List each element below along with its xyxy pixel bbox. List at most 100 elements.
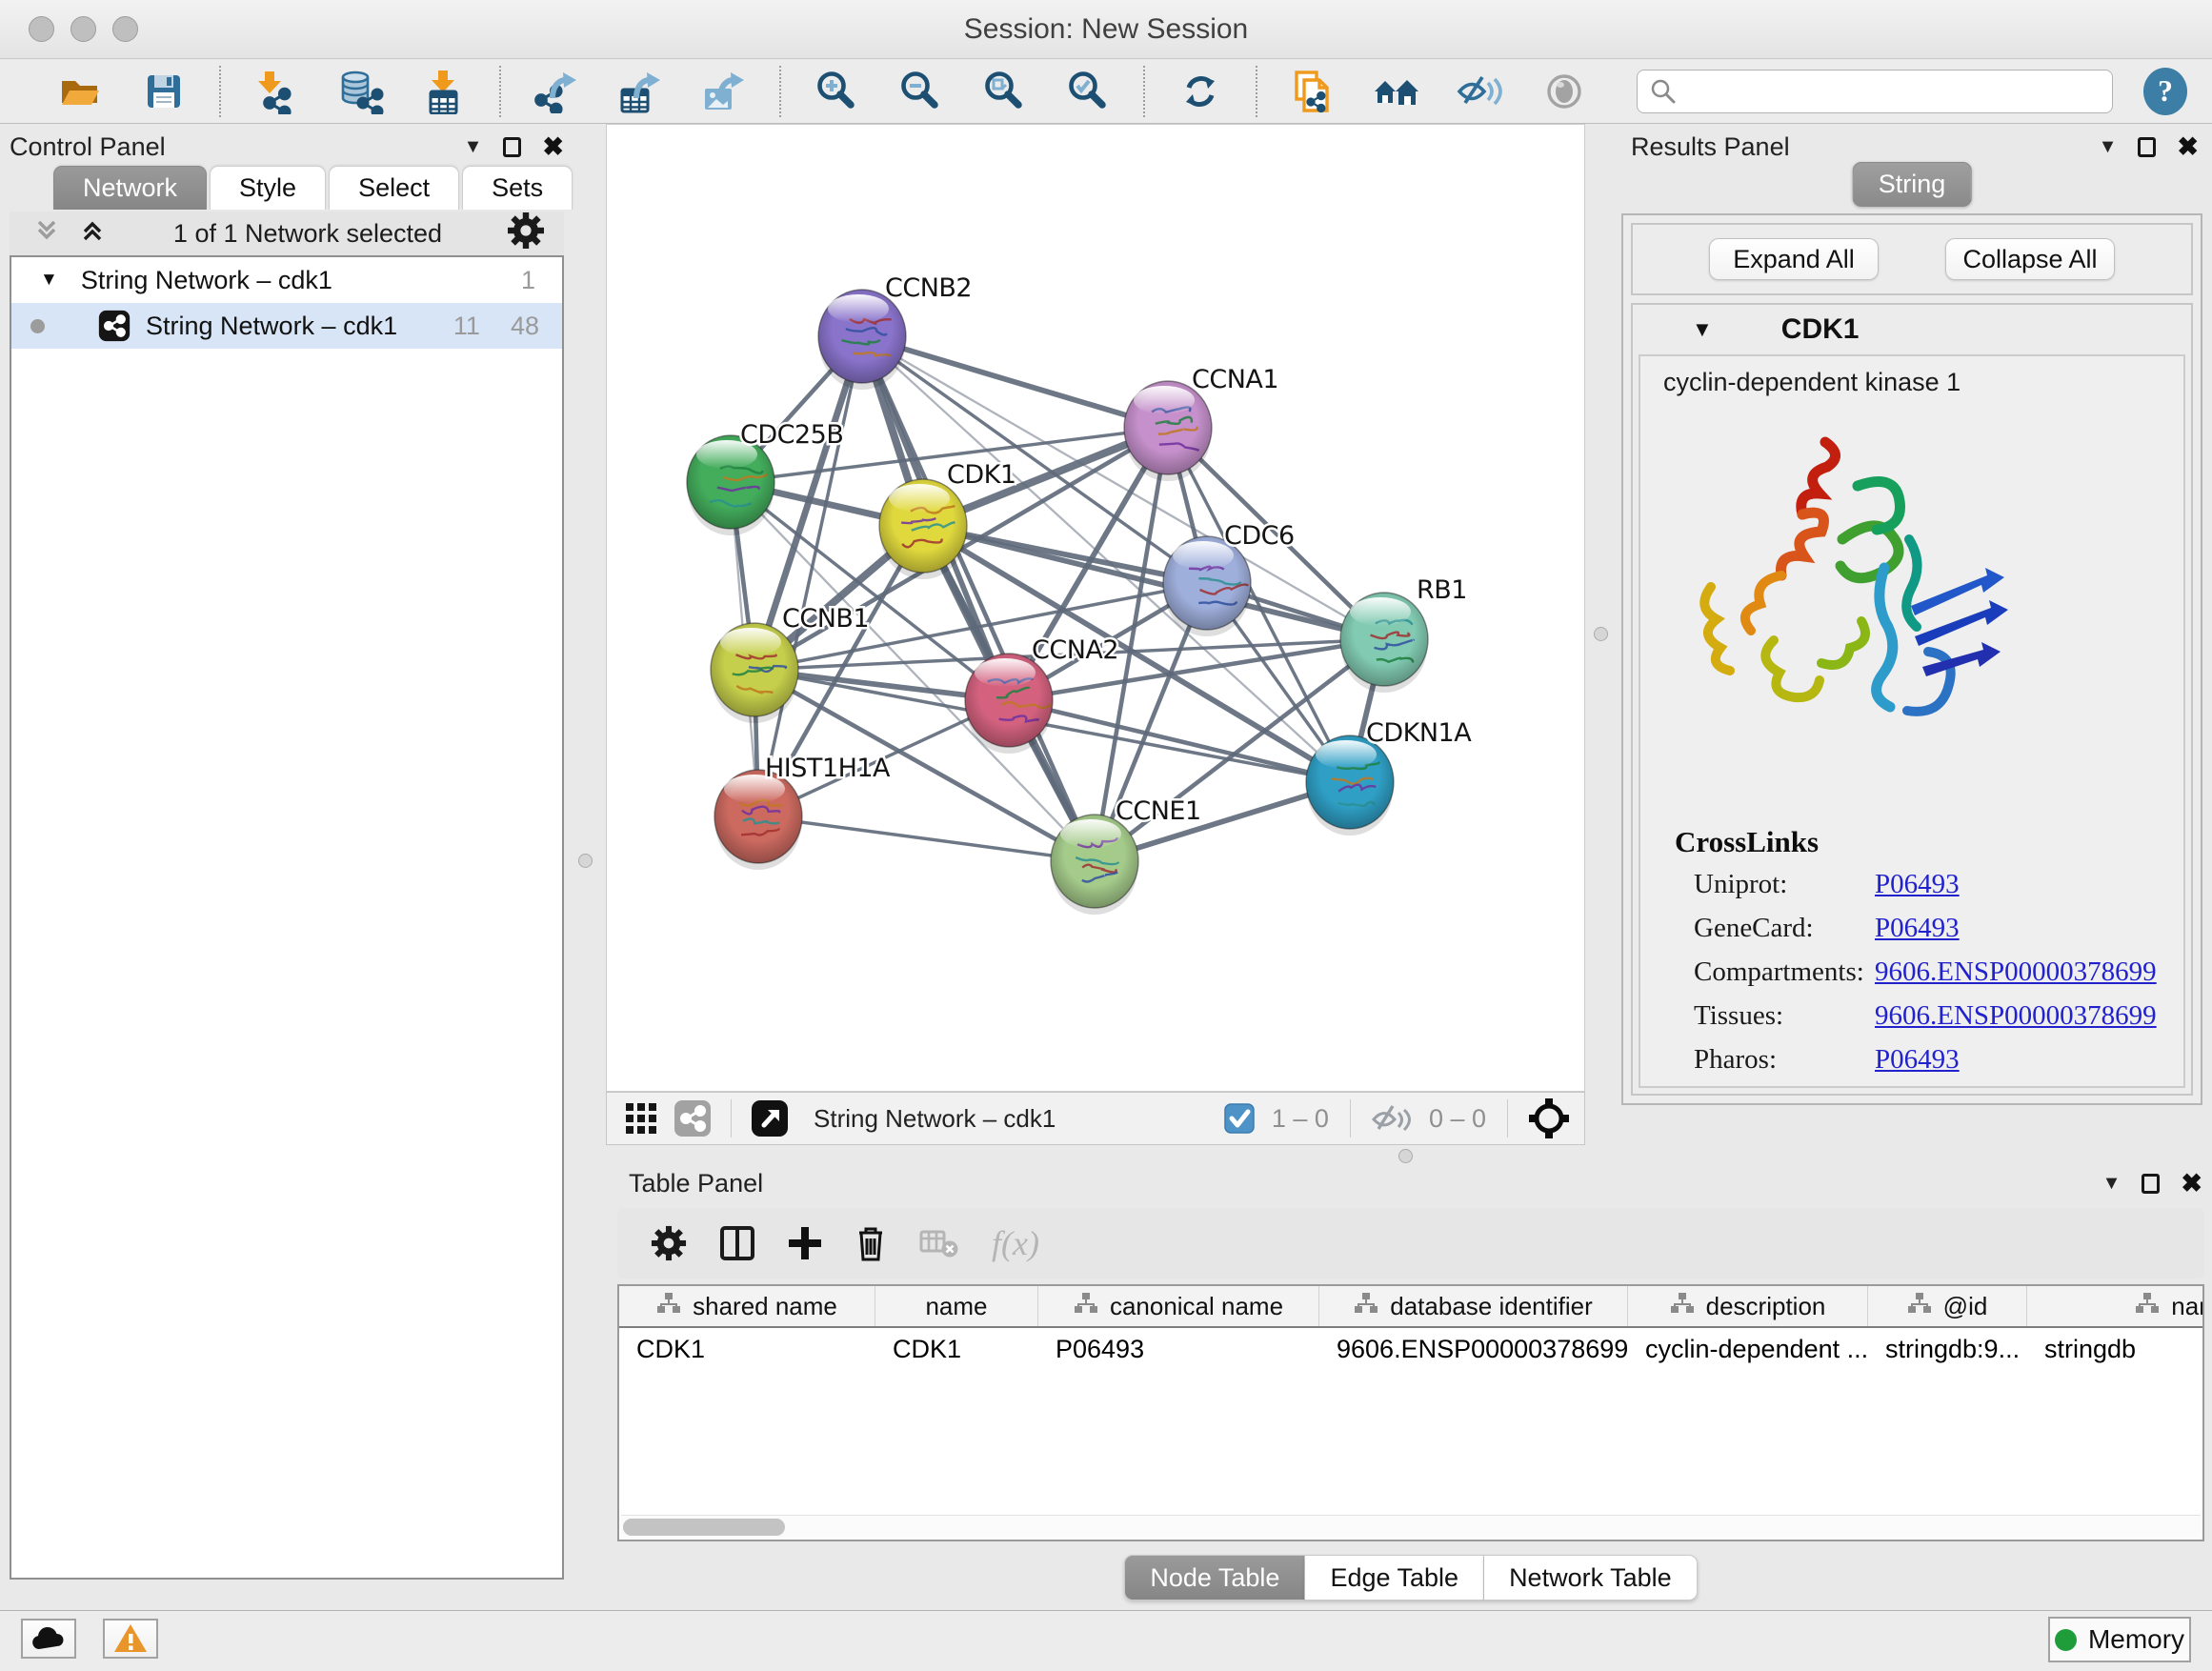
network-selector-row: 1 of 1 Network selected bbox=[10, 211, 564, 255]
table-cell[interactable]: stringdb bbox=[2027, 1328, 2204, 1370]
add-icon[interactable] bbox=[788, 1224, 822, 1262]
float-panel-icon[interactable] bbox=[503, 137, 521, 157]
zoom-out-icon[interactable] bbox=[895, 67, 945, 116]
svg-text:CCNB1: CCNB1 bbox=[782, 604, 869, 634]
collapse-all-button[interactable]: Collapse All bbox=[1945, 238, 2115, 280]
network-tree-row[interactable]: String Network – cdk1 11 48 bbox=[11, 303, 562, 349]
column-header-description[interactable]: description bbox=[1628, 1286, 1868, 1326]
table-cell[interactable]: CDK1 bbox=[875, 1328, 1038, 1370]
gear-icon[interactable] bbox=[507, 211, 545, 256]
float-panel-icon[interactable] bbox=[2138, 137, 2156, 157]
expand-all-icon[interactable] bbox=[76, 214, 109, 253]
gear-icon[interactable] bbox=[651, 1225, 687, 1261]
columns-icon[interactable] bbox=[719, 1224, 755, 1262]
table-cell[interactable]: 9606.ENSP00000378699 bbox=[1319, 1328, 1628, 1370]
tab-sets[interactable]: Sets bbox=[462, 166, 573, 210]
refresh-icon[interactable] bbox=[1176, 67, 1225, 116]
export-network-icon[interactable] bbox=[532, 67, 581, 116]
table-row[interactable]: CDK1CDK1P064939606.ENSP00000378699cyclin… bbox=[619, 1328, 2202, 1370]
table-cell[interactable]: stringdb:9... bbox=[1868, 1328, 2027, 1370]
tab-node-table[interactable]: Node Table bbox=[1124, 1555, 1305, 1601]
tab-string[interactable]: String bbox=[1853, 162, 1972, 207]
gene-section-header[interactable]: ▼ CDK1 bbox=[1633, 305, 2191, 354]
save-session-icon[interactable] bbox=[139, 67, 189, 116]
panel-menu-icon[interactable]: ▼ bbox=[464, 136, 483, 158]
column-header-name[interactable]: name bbox=[875, 1286, 1038, 1326]
close-panel-icon[interactable]: ✖ bbox=[2177, 132, 2199, 162]
edge-count: 48 bbox=[511, 312, 539, 341]
collapse-section-icon[interactable]: ▼ bbox=[1692, 317, 1713, 342]
expand-all-button[interactable]: Expand All bbox=[1709, 238, 1879, 280]
warning-icon[interactable] bbox=[103, 1619, 158, 1659]
tab-select[interactable]: Select bbox=[329, 166, 459, 210]
collapse-node-icon[interactable]: ▼ bbox=[40, 270, 58, 291]
right-splitter-handle[interactable] bbox=[1594, 627, 1608, 641]
column-header--id[interactable]: @id bbox=[1868, 1286, 2027, 1326]
table-cell[interactable]: cyclin-dependent ... bbox=[1628, 1328, 1868, 1370]
export-table-icon[interactable] bbox=[615, 67, 665, 116]
svg-text:CCNE1: CCNE1 bbox=[1116, 796, 1201, 826]
column-header-shared-name[interactable]: shared name bbox=[619, 1286, 875, 1326]
svg-text:CDK1: CDK1 bbox=[947, 460, 1016, 490]
memory-button[interactable]: Memory bbox=[2048, 1617, 2191, 1662]
grid-icon[interactable] bbox=[624, 1101, 658, 1136]
control-panel-tabs: NetworkStyleSelectSets bbox=[53, 166, 575, 210]
crosslinks-title: CrossLinks bbox=[1675, 825, 1819, 859]
panel-menu-icon[interactable]: ▼ bbox=[2099, 136, 2118, 158]
import-network-icon[interactable] bbox=[251, 67, 301, 116]
neighbors-icon[interactable] bbox=[1372, 67, 1421, 116]
scrollbar-thumb[interactable] bbox=[623, 1519, 785, 1536]
search-input[interactable] bbox=[1637, 70, 2113, 113]
share-box-icon[interactable] bbox=[674, 1099, 712, 1137]
float-panel-icon[interactable] bbox=[2142, 1174, 2160, 1194]
hierarchy-icon bbox=[2135, 1292, 2160, 1321]
tab-network-table[interactable]: Network Table bbox=[1484, 1555, 1698, 1601]
duplicate-network-icon[interactable] bbox=[1288, 67, 1337, 116]
open-session-icon[interactable] bbox=[55, 67, 105, 116]
network-canvas[interactable]: CCNB2CCNA1CDC25BCDK1CDC6RB1CCNB1CCNA2CDK… bbox=[606, 124, 1585, 1092]
export-image-icon[interactable] bbox=[699, 67, 749, 116]
zoom-in-icon[interactable] bbox=[812, 67, 861, 116]
node-count: 11 bbox=[453, 312, 480, 341]
crosslink-label: GeneCard: bbox=[1694, 913, 1814, 944]
table-cell[interactable]: CDK1 bbox=[619, 1328, 875, 1370]
hide-details-icon[interactable] bbox=[1456, 67, 1505, 116]
table-cell[interactable]: P06493 bbox=[1038, 1328, 1319, 1370]
collapse-all-icon[interactable] bbox=[30, 214, 63, 253]
network-tree-row[interactable]: ▼ String Network – cdk1 1 bbox=[11, 257, 562, 303]
help-button[interactable]: ? bbox=[2143, 68, 2187, 115]
show-details-icon bbox=[1539, 67, 1589, 116]
crosslink-value[interactable]: P06493 bbox=[1875, 1044, 1960, 1076]
import-table-icon[interactable] bbox=[419, 67, 469, 116]
crosslink-value[interactable]: 9606.ENSP00000378699 bbox=[1875, 1000, 2157, 1032]
column-label: @id bbox=[1943, 1292, 1988, 1321]
tab-style[interactable]: Style bbox=[210, 166, 326, 210]
crosslink-value[interactable]: 9606.ENSP00000378699 bbox=[1875, 956, 2157, 988]
tab-edge-table[interactable]: Edge Table bbox=[1305, 1555, 1484, 1601]
crosslink-value[interactable]: P06493 bbox=[1875, 869, 1960, 900]
left-splitter-handle[interactable] bbox=[578, 854, 593, 868]
zoom-fit-icon[interactable] bbox=[979, 67, 1029, 116]
zoom-selected-icon[interactable] bbox=[1063, 67, 1113, 116]
hierarchy-icon bbox=[1907, 1292, 1932, 1321]
search-icon bbox=[1650, 78, 1677, 110]
crosshair-icon[interactable] bbox=[1527, 1097, 1571, 1140]
close-panel-icon[interactable]: ✖ bbox=[542, 132, 564, 162]
selected-checkbox[interactable] bbox=[1224, 1103, 1255, 1134]
column-header-namespace[interactable]: namespace bbox=[2027, 1286, 2204, 1326]
import-database-icon[interactable] bbox=[335, 67, 385, 116]
horizontal-splitter-handle[interactable] bbox=[1398, 1149, 1413, 1163]
birdseye-icon[interactable] bbox=[751, 1099, 789, 1137]
status-bar: Memory bbox=[0, 1610, 2212, 1671]
network-list: ▼ String Network – cdk1 1 String Network… bbox=[10, 255, 564, 1580]
delete-icon[interactable] bbox=[855, 1224, 887, 1262]
close-panel-icon[interactable]: ✖ bbox=[2181, 1169, 2202, 1198]
tab-network[interactable]: Network bbox=[53, 166, 207, 210]
crosslink-label: Compartments: bbox=[1694, 956, 1864, 988]
cloud-icon[interactable] bbox=[21, 1619, 76, 1659]
column-header-database-identifier[interactable]: database identifier bbox=[1319, 1286, 1628, 1326]
table-hscrollbar[interactable] bbox=[621, 1515, 2201, 1538]
panel-menu-icon[interactable]: ▼ bbox=[2102, 1173, 2122, 1195]
crosslink-value[interactable]: P06493 bbox=[1875, 913, 1960, 944]
column-header-canonical-name[interactable]: canonical name bbox=[1038, 1286, 1319, 1326]
